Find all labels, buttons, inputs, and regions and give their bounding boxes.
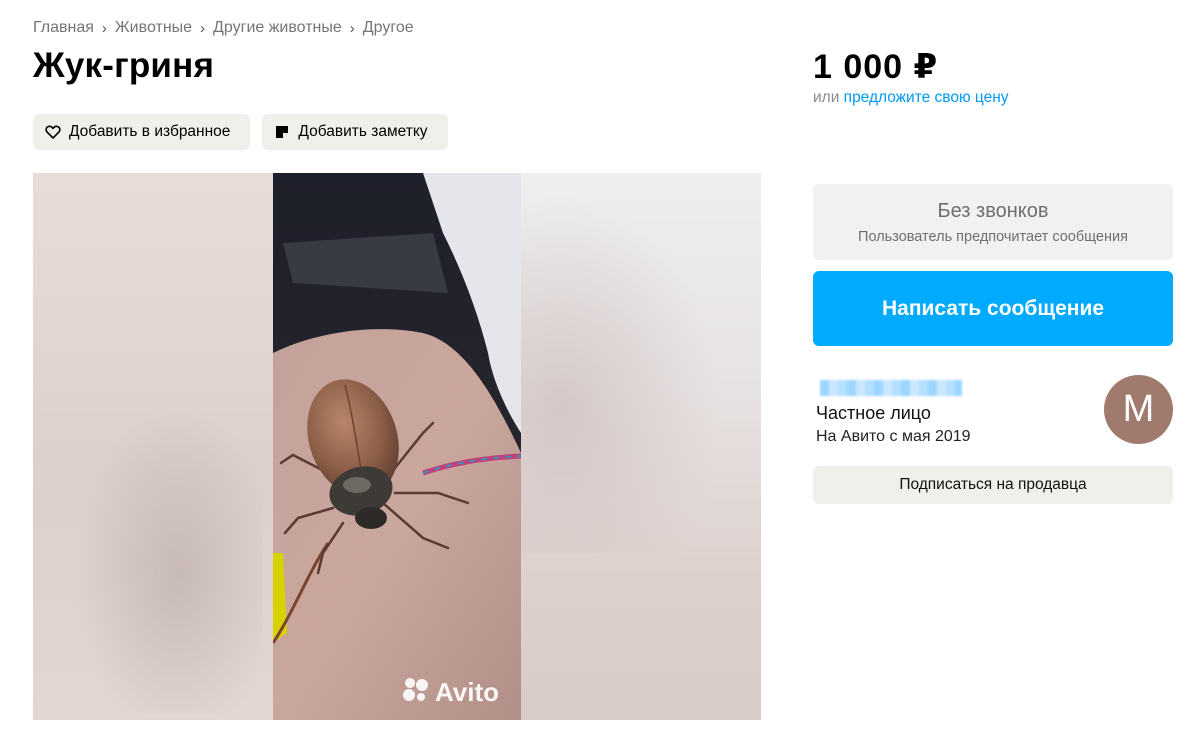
avito-watermark-text: Avito <box>435 677 500 707</box>
subscribe-seller-button[interactable]: Подписаться на продавца <box>813 466 1173 504</box>
avatar[interactable]: М <box>1104 375 1173 444</box>
add-note-button[interactable]: Добавить заметку <box>262 114 448 150</box>
seller-type: Частное лицо <box>816 403 931 423</box>
breadcrumb-other[interactable]: Другое <box>363 19 414 37</box>
price-offer: или предложите свою цену <box>813 89 1009 107</box>
breadcrumb-separator: › <box>200 19 206 37</box>
add-to-favorites-label: Добавить в избранное <box>69 123 231 140</box>
listing-page: Главная › Животные › Другие животные › Д… <box>0 0 1200 741</box>
price-offer-prefix: или <box>813 89 844 106</box>
offer-price-link[interactable]: предложите свою цену <box>844 89 1009 106</box>
beetle-photo[interactable] <box>271 173 522 720</box>
note-icon <box>274 124 290 140</box>
add-note-label: Добавить заметку <box>298 123 428 140</box>
gallery-blur-left <box>33 173 273 720</box>
breadcrumb-other-animals[interactable]: Другие животные <box>213 19 342 37</box>
photo-gallery[interactable]: Avito <box>33 173 761 720</box>
avito-watermark: Avito <box>401 676 499 709</box>
no-calls-notice: Без звонков Пользователь предпочитает со… <box>813 184 1173 260</box>
add-to-favorites-button[interactable]: Добавить в избранное <box>33 114 251 150</box>
seller-name-redacted[interactable] <box>820 380 962 396</box>
breadcrumb: Главная › Животные › Другие животные › Д… <box>33 19 414 37</box>
avito-logo-icon <box>401 676 431 709</box>
price: 1 000 ₽ <box>813 48 939 86</box>
gallery-blur-right <box>521 173 761 720</box>
breadcrumb-animals[interactable]: Животные <box>115 19 192 37</box>
heart-icon <box>45 124 61 140</box>
no-calls-subtitle: Пользователь предпочитает сообщения <box>858 228 1128 245</box>
breadcrumb-separator: › <box>349 19 355 37</box>
breadcrumb-separator: › <box>101 19 107 37</box>
listing-actions: Добавить в избранное Добавить заметку <box>33 114 448 150</box>
write-message-button[interactable]: Написать сообщение <box>813 271 1173 346</box>
seller-since: На Авито с мая 2019 <box>816 428 971 445</box>
breadcrumb-home[interactable]: Главная <box>33 19 94 37</box>
no-calls-title: Без звонков <box>937 199 1049 222</box>
page-title: Жук-гриня <box>33 46 215 85</box>
